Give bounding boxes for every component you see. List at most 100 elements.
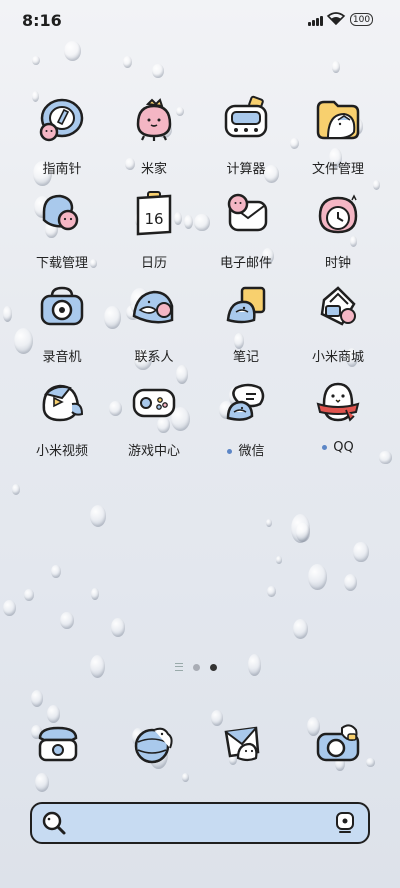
messages-icon bbox=[224, 726, 260, 762]
app-contacts[interactable]: 联系人 bbox=[108, 280, 200, 365]
dock-browser[interactable] bbox=[108, 714, 200, 774]
email-icon bbox=[227, 193, 268, 232]
raindrop bbox=[23, 588, 35, 601]
raindrop bbox=[308, 563, 328, 591]
calendar-icon: 16 bbox=[136, 191, 172, 236]
app-label: 小米商城 bbox=[311, 350, 364, 365]
contacts-icon bbox=[132, 290, 174, 324]
app-compass[interactable]: 指南针 bbox=[16, 92, 108, 177]
app-label: 文件管理 bbox=[311, 162, 364, 177]
dock-messages[interactable] bbox=[196, 714, 288, 774]
raindrop bbox=[152, 63, 164, 78]
raindrop bbox=[267, 585, 277, 598]
app-calculator[interactable]: 计算器 bbox=[200, 92, 292, 177]
new-notification-dot bbox=[227, 449, 233, 454]
app-label: 录音机 bbox=[42, 350, 82, 365]
app-label: 微信 bbox=[200, 440, 292, 459]
raindrop bbox=[331, 61, 340, 73]
new-notification-dot bbox=[322, 445, 328, 450]
raindrop bbox=[64, 40, 82, 61]
home-screen: 8:16 100 指南针 米家 计算器 文件管理 下载管理 16 日历 电子邮件… bbox=[0, 0, 400, 888]
page-list-icon[interactable] bbox=[175, 663, 183, 671]
wifi-icon bbox=[326, 12, 346, 26]
raindrop bbox=[122, 55, 132, 68]
search-bar[interactable] bbox=[30, 802, 370, 844]
raindrop bbox=[344, 574, 358, 592]
compass-icon bbox=[39, 98, 84, 142]
raindrop bbox=[89, 654, 105, 678]
browser-icon bbox=[134, 727, 173, 764]
raindrop bbox=[353, 541, 369, 563]
raindrop bbox=[292, 618, 308, 639]
app-label: 游戏中心 bbox=[127, 444, 180, 459]
signal-icon bbox=[308, 16, 323, 26]
app-qq[interactable]: QQ bbox=[292, 374, 384, 455]
app-label: 指南针 bbox=[42, 162, 82, 177]
phone-icon bbox=[38, 726, 78, 762]
app-label: 米家 bbox=[140, 162, 167, 177]
wechat-icon bbox=[226, 383, 265, 421]
app-download-manager[interactable]: 下载管理 bbox=[16, 186, 108, 271]
raindrop bbox=[90, 587, 100, 600]
raindrop bbox=[2, 306, 13, 322]
recorder-icon bbox=[40, 286, 84, 326]
app-label: 电子邮件 bbox=[219, 256, 272, 271]
raindrop bbox=[59, 611, 74, 630]
app-clock[interactable]: 时钟 bbox=[292, 186, 384, 271]
app-game-center[interactable]: 游戏中心 bbox=[108, 374, 200, 459]
status-time: 8:16 bbox=[22, 11, 62, 30]
clock-icon bbox=[318, 194, 358, 234]
app-label: QQ bbox=[292, 440, 384, 455]
mi-video-icon bbox=[42, 384, 84, 422]
dock-camera[interactable] bbox=[292, 714, 384, 774]
calculator-icon bbox=[224, 95, 268, 138]
app-label-text: 微信 bbox=[238, 444, 265, 459]
app-email[interactable]: 电子邮件 bbox=[200, 186, 292, 271]
app-calendar[interactable]: 16 日历 bbox=[108, 186, 200, 271]
raindrop bbox=[275, 556, 283, 564]
raindrop bbox=[51, 564, 62, 579]
app-file-manager[interactable]: 文件管理 bbox=[292, 92, 384, 177]
battery-indicator: 100 bbox=[350, 13, 373, 26]
page-dot-active[interactable] bbox=[210, 663, 217, 671]
app-label: 日历 bbox=[140, 256, 167, 271]
app-label-text: QQ bbox=[333, 440, 354, 455]
app-label: 下载管理 bbox=[35, 256, 88, 271]
page-indicator bbox=[175, 663, 217, 671]
status-bar: 8:16 100 bbox=[0, 0, 400, 40]
page-dot[interactable] bbox=[193, 663, 200, 671]
app-notes[interactable]: 笔记 bbox=[200, 280, 292, 365]
raindrop bbox=[30, 690, 43, 707]
app-recorder[interactable]: 录音机 bbox=[16, 280, 108, 365]
raindrop bbox=[34, 773, 50, 792]
raindrop bbox=[3, 599, 16, 617]
qq-icon bbox=[316, 382, 360, 422]
app-label: 笔记 bbox=[232, 350, 259, 365]
game-center-icon bbox=[132, 388, 176, 418]
app-label: 计算器 bbox=[226, 162, 266, 177]
app-wechat[interactable]: 微信 bbox=[200, 374, 292, 459]
app-label: 联系人 bbox=[134, 350, 174, 365]
raindrop bbox=[247, 653, 262, 676]
raindrop bbox=[265, 518, 273, 528]
raindrop bbox=[110, 618, 126, 637]
raindrop bbox=[31, 55, 41, 65]
download-manager-icon bbox=[42, 194, 79, 231]
calendar-day: 16 bbox=[144, 210, 163, 228]
search-icon bbox=[42, 811, 66, 835]
mi-store-icon bbox=[320, 286, 356, 326]
dock-phone[interactable] bbox=[12, 714, 104, 774]
app-label: 小米视频 bbox=[35, 444, 88, 459]
app-label: 时钟 bbox=[324, 256, 351, 271]
notes-icon bbox=[226, 286, 266, 324]
app-mi-store[interactable]: 小米商城 bbox=[292, 280, 384, 365]
app-mi-home[interactable]: 米家 bbox=[108, 92, 200, 177]
assistant-icon[interactable] bbox=[334, 810, 356, 836]
file-manager-icon bbox=[316, 100, 360, 140]
raindrop bbox=[182, 772, 189, 782]
camera-icon bbox=[316, 724, 360, 762]
app-mi-video[interactable]: 小米视频 bbox=[16, 374, 108, 459]
raindrop bbox=[89, 504, 106, 527]
mi-home-icon bbox=[136, 98, 172, 141]
raindrop bbox=[11, 484, 21, 496]
